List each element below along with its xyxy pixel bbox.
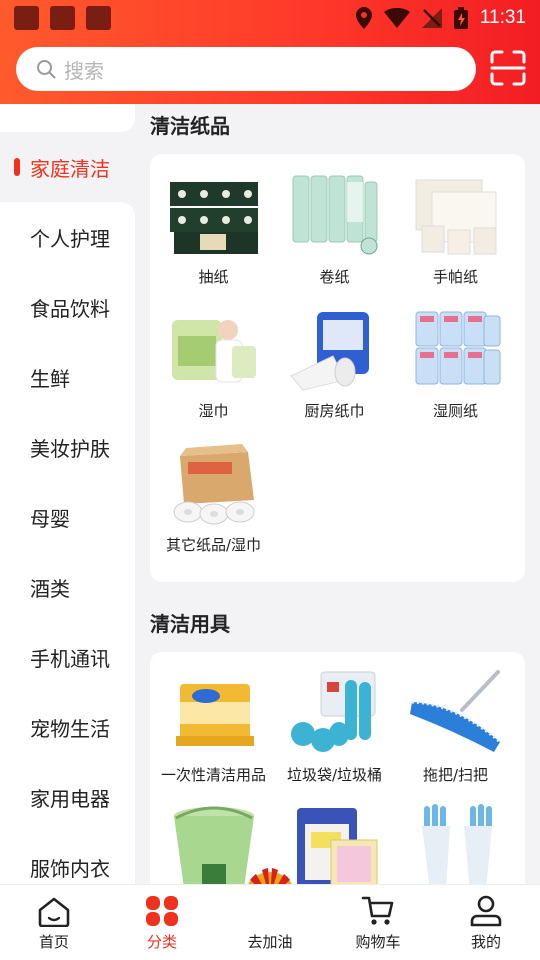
pocket-tissue-image	[415, 179, 496, 255]
category-tile[interactable]: 卷纸	[277, 172, 392, 306]
category-icon	[146, 896, 178, 926]
battery-icon	[453, 7, 468, 29]
category-tile[interactable]: 厨房纸巾	[277, 306, 392, 440]
category-tile[interactable]: 抽纸	[156, 172, 271, 306]
app-header: 11:31 搜索	[0, 0, 540, 104]
nav-mine[interactable]: 我的	[432, 885, 540, 960]
category-tile[interactable]: 湿巾	[156, 306, 271, 440]
sidebar-item[interactable]: 酒类	[0, 552, 135, 622]
mop-image	[409, 670, 501, 752]
category-tile[interactable]: 其它纸品/湿巾	[156, 440, 271, 574]
sidebar-item[interactable]: 美妆护肤	[0, 412, 135, 482]
facial-tissue-image	[169, 182, 258, 254]
disposable-supplies-image	[175, 684, 254, 746]
tile-label: 卷纸	[319, 268, 350, 286]
nav-home[interactable]: 首页	[0, 885, 108, 960]
toilet-roll-image	[292, 175, 377, 255]
no-signal-icon	[421, 8, 442, 28]
search-bar[interactable]: 搜索	[16, 47, 476, 91]
nav-category[interactable]: 分类	[108, 885, 216, 960]
sidebar-item[interactable]: 宠物生活	[0, 692, 135, 762]
category-tile[interactable]: 手帕纸	[398, 172, 513, 306]
status-indicators: 11:31	[355, 6, 526, 30]
gloves-image	[421, 804, 492, 884]
scan-icon[interactable]	[490, 50, 526, 86]
cart-icon	[361, 896, 394, 925]
tile-label: 其它纸品/湿巾	[165, 536, 262, 554]
kitchen-towel-image	[289, 312, 369, 391]
tile-label: 湿厕纸	[432, 402, 478, 420]
garbage-bag-image	[290, 671, 375, 752]
sidebar-item[interactable]: 个人护理	[0, 202, 135, 272]
notification-icon	[50, 6, 75, 30]
sidebar-item[interactable]: 食品饮料	[0, 272, 135, 342]
category-tile[interactable]: 一次性清洁用品	[156, 670, 271, 804]
nav-label: 购物车	[355, 933, 401, 951]
tile-label: 湿巾	[198, 402, 229, 420]
search-icon	[37, 60, 56, 79]
active-indicator	[14, 158, 20, 176]
tile-label: 手帕纸	[432, 268, 478, 286]
location-icon	[355, 7, 372, 29]
status-bar: 11:31	[0, 0, 540, 36]
tile-label: 垃圾袋/垃圾桶	[286, 766, 383, 784]
sidebar-item[interactable]: 生鲜	[0, 342, 135, 412]
notification-icon	[86, 6, 111, 30]
tile-label: 抽纸	[198, 268, 229, 286]
nav-label: 我的	[470, 933, 501, 951]
category-tile[interactable]: 湿厕纸	[398, 306, 513, 440]
paper-box-image	[173, 444, 254, 525]
nav-label: 首页	[38, 933, 69, 951]
home-icon	[38, 897, 70, 927]
sidebar-cap	[0, 104, 135, 132]
cleaning-cloth-image	[296, 808, 377, 884]
search-input[interactable]: 搜索	[64, 55, 104, 84]
bottom-navigation: 首页 分类 去加油 购物车 我的	[0, 884, 540, 960]
nav-label: 去加油	[247, 933, 293, 951]
section-card: 抽纸 卷纸 手帕纸 湿巾 厨房纸巾 湿厕纸 其它纸品/湿巾	[150, 154, 525, 582]
section-card: 一次性清洁用品 垃圾袋/垃圾桶 拖把/扫把	[150, 652, 525, 884]
nav-fuel[interactable]: 去加油	[216, 885, 324, 960]
nav-label: 分类	[146, 933, 177, 951]
sidebar-item[interactable]: 手机通讯	[0, 622, 135, 692]
nav-cart[interactable]: 购物车	[324, 885, 432, 960]
wet-wipes-image	[171, 320, 256, 383]
sidebar-item-label: 家庭清洁	[30, 156, 110, 181]
notification-icon	[14, 6, 39, 30]
flushable-wipes-image	[415, 311, 500, 385]
category-tile[interactable]: 拖把/扫把	[398, 670, 513, 804]
user-icon	[470, 895, 502, 927]
category-sidebar: 家庭清洁 个人护理 食品饮料 生鲜 美妆护肤 母婴 酒类 手机通讯 宠物生活 家…	[0, 104, 135, 884]
clock: 11:31	[479, 7, 526, 28]
category-tile[interactable]	[398, 804, 513, 884]
tile-label: 厨房纸巾	[304, 402, 365, 420]
sidebar-list: 个人护理 食品饮料 生鲜 美妆护肤 母婴 酒类 手机通讯 宠物生活 家用电器 服…	[0, 202, 135, 884]
category-tile[interactable]: 垃圾袋/垃圾桶	[277, 670, 392, 804]
sidebar-item[interactable]: 母婴	[0, 482, 135, 552]
tile-label: 一次性清洁用品	[160, 766, 266, 784]
section-title: 清洁纸品	[150, 114, 230, 138]
sidebar-item[interactable]: 家用电器	[0, 762, 135, 832]
section-title: 清洁用具	[150, 612, 230, 636]
sidebar-item-home-cleaning[interactable]: 家庭清洁	[0, 132, 135, 202]
tile-label: 拖把/扫把	[422, 766, 489, 784]
category-content: 清洁纸品 抽纸 卷纸 手帕纸 湿巾 厨房纸巾 湿厕纸 其它纸品/湿巾 清洁用具 …	[150, 104, 525, 884]
wifi-icon	[383, 8, 410, 28]
